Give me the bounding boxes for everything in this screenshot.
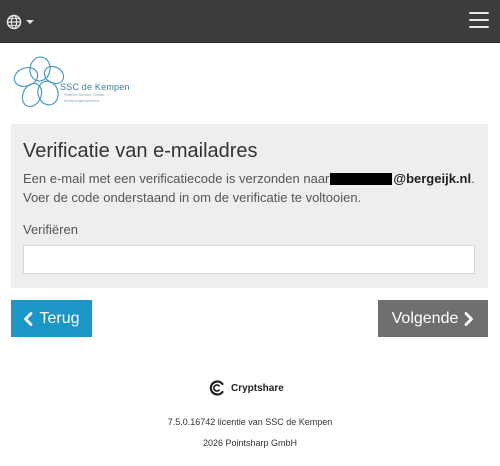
chevron-right-icon [464, 311, 474, 326]
email-domain: @bergeijk.nl [393, 171, 472, 186]
verification-panel: Verificatie van e-mailadres Een e-mail m… [11, 124, 488, 288]
caret-down-icon [26, 20, 34, 24]
message-suffix: . [471, 171, 475, 186]
hamburger-menu-icon [469, 12, 489, 14]
top-navigation-bar [0, 0, 500, 43]
next-button[interactable]: Volgende [378, 300, 488, 337]
back-button-label: Terug [39, 309, 80, 327]
cryptshare-brand: Cryptshare [208, 378, 284, 398]
hamburger-menu-button[interactable] [469, 12, 489, 30]
redacted-email-block [330, 172, 393, 185]
language-selector[interactable] [6, 12, 34, 32]
brand-name: Cryptshare [231, 382, 284, 394]
ssc-de-kempen-logo: SSC de Kempen Shared Service Center Kemp… [10, 55, 135, 113]
verification-code-label: Verifiëren [23, 222, 78, 237]
verification-instruction: Voer de code onderstaand in om de verifi… [23, 190, 362, 205]
cryptshare-logo-icon [209, 380, 224, 396]
back-button[interactable]: Terug [11, 300, 92, 337]
next-button-label: Volgende [391, 309, 459, 327]
message-prefix: Een e-mail met een verificatiecode is ve… [23, 171, 330, 186]
verification-code-input[interactable] [23, 245, 475, 274]
globe-icon [6, 14, 22, 30]
page-title: Verificatie van e-mailadres [23, 140, 258, 162]
copyright-text: 2026 Pointsharp GmbH [202, 438, 298, 448]
logo-text: SSC de Kempen Shared Service Center Kemp… [60, 82, 130, 104]
verification-message: Een e-mail met een verificatiecode is ve… [23, 171, 475, 186]
logo-name: SSC de Kempen [60, 82, 130, 92]
logo-tagline-2: Kempengemeenten [64, 98, 99, 103]
chevron-left-icon [24, 311, 33, 326]
version-text: 7.5.0.16742 licentie van SSC de Kempen [167, 417, 333, 427]
